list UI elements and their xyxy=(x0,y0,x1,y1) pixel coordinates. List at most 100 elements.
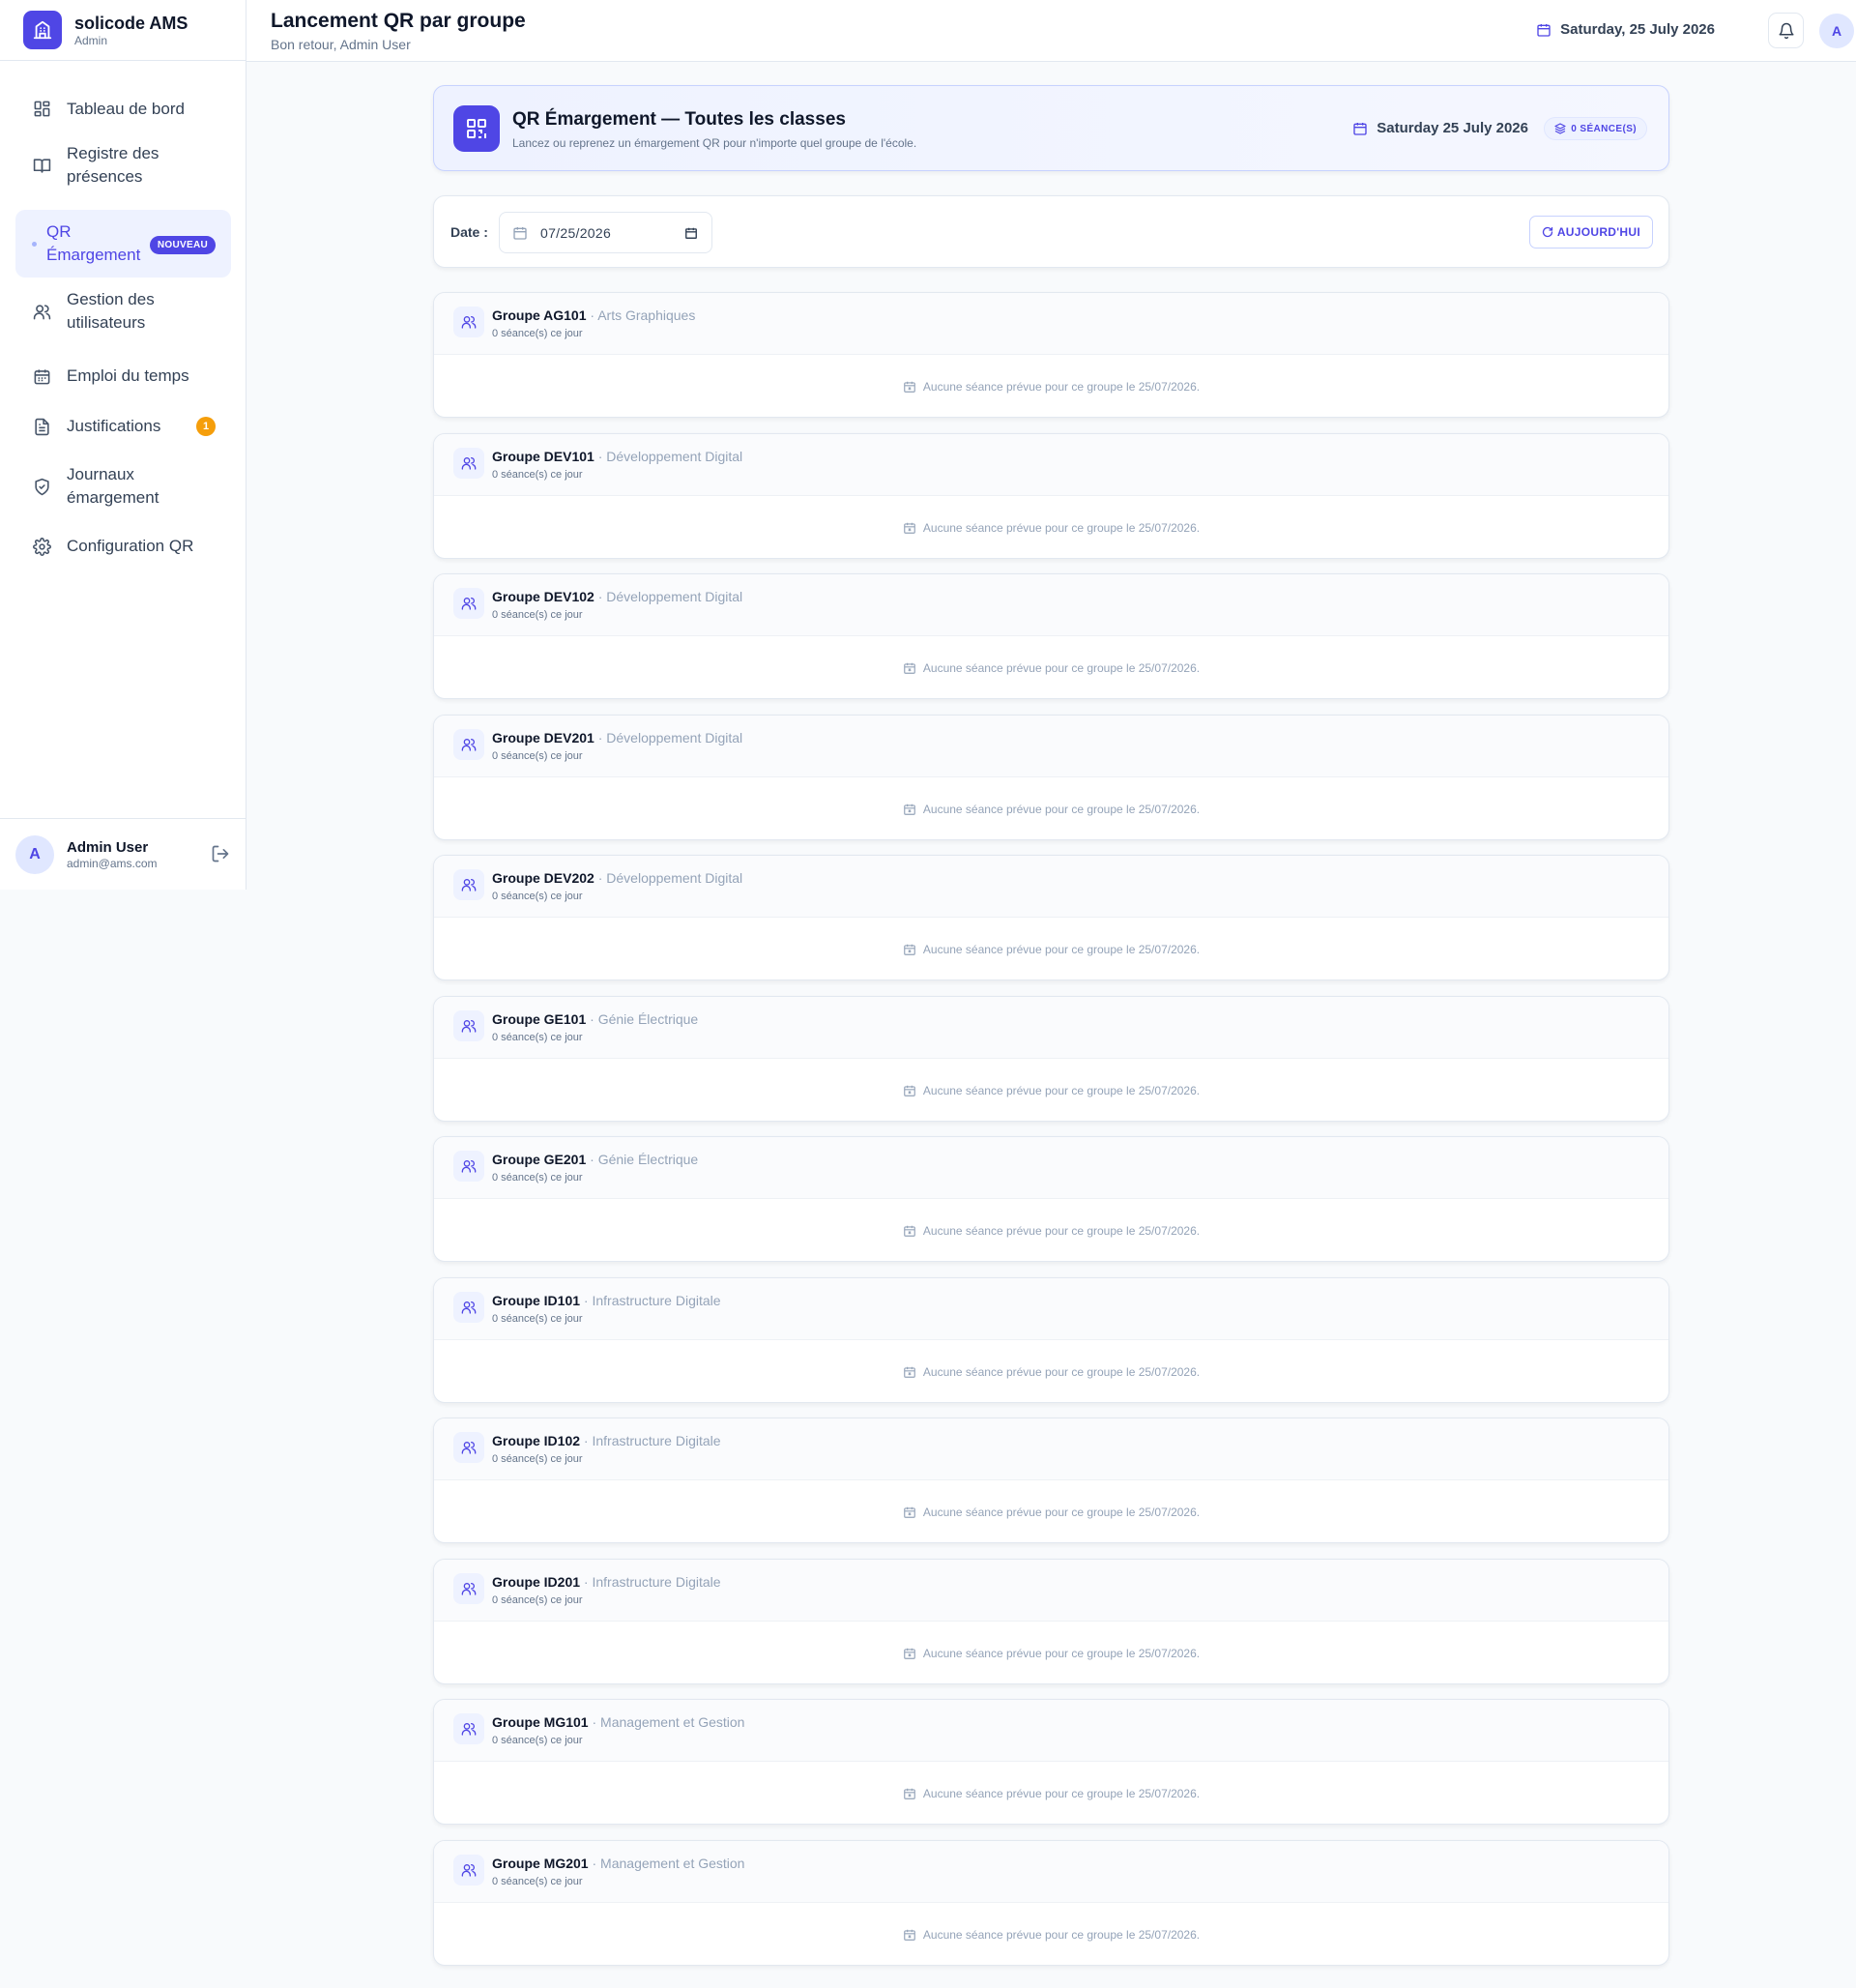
group-header[interactable]: Groupe GE101 · Génie Électrique 0 séance… xyxy=(434,997,1668,1059)
hero-title: QR Émargement — Toutes les classes xyxy=(512,109,846,130)
group-card: Groupe GE101 · Génie Électrique 0 séance… xyxy=(433,996,1669,1122)
group-field: Management et Gestion xyxy=(600,1714,745,1730)
today-button[interactable]: AUJOURD'HUI xyxy=(1528,216,1653,248)
group-field: Infrastructure Digitale xyxy=(592,1574,721,1590)
calendar-icon xyxy=(31,365,52,387)
users-icon xyxy=(453,1151,484,1182)
notifications-button[interactable] xyxy=(1768,13,1804,48)
dashboard-icon xyxy=(31,99,52,120)
users-icon xyxy=(453,307,484,337)
group-empty-state: Aucune séance prévue pour ce groupe le 2… xyxy=(434,1762,1668,1824)
users-icon xyxy=(453,1010,484,1041)
group-header[interactable]: Groupe DEV202 · Développement Digital 0 … xyxy=(434,856,1668,918)
hero-banner: QR Émargement — Toutes les classes Lance… xyxy=(433,85,1669,171)
group-separator: · xyxy=(588,1856,601,1871)
group-card: Groupe ID102 · Infrastructure Digitale 0… xyxy=(433,1418,1669,1543)
refresh-icon xyxy=(1542,226,1557,238)
group-empty-text: Aucune séance prévue pour ce groupe le 2… xyxy=(922,1365,1201,1379)
group-header[interactable]: Groupe MG101 · Management et Gestion 0 s… xyxy=(434,1700,1668,1762)
group-title: Groupe DEV102 · Développement Digital xyxy=(492,588,742,605)
sidebar-item-timetable[interactable]: Emploi du temps xyxy=(15,351,231,401)
group-title: Groupe DEV202 · Développement Digital xyxy=(492,869,742,887)
group-code: Groupe MG101 xyxy=(492,1714,589,1730)
group-empty-text: Aucune séance prévue pour ce groupe le 2… xyxy=(922,1928,1201,1942)
top-header: Lancement QR par groupe Bon retour, Admi… xyxy=(246,0,1856,62)
group-separator: · xyxy=(586,1011,598,1027)
group-separator: · xyxy=(586,307,598,323)
users-icon xyxy=(453,1432,484,1463)
date-input[interactable]: 07/25/2026 xyxy=(499,212,712,253)
group-separator: · xyxy=(580,1574,593,1590)
justifications-count-badge: 1 xyxy=(196,417,216,436)
group-header[interactable]: Groupe AG101 · Arts Graphiques 0 séance(… xyxy=(434,293,1668,355)
group-code: Groupe MG201 xyxy=(492,1856,589,1871)
group-card: Groupe ID201 · Infrastructure Digitale 0… xyxy=(433,1559,1669,1684)
sidebar-item-users[interactable]: Gestion des utilisateurs xyxy=(15,283,231,339)
logout-icon[interactable] xyxy=(211,844,230,863)
group-header[interactable]: Groupe GE201 · Génie Électrique 0 séance… xyxy=(434,1137,1668,1199)
sidebar-item-qr-emargement[interactable]: QR Émargement NOUVEAU xyxy=(15,210,231,278)
sidebar-item-label: Registre des présences xyxy=(67,144,160,186)
sidebar-item-justifications[interactable]: Justifications 1 xyxy=(15,401,231,452)
group-session-count: 0 séance(s) ce jour xyxy=(492,1594,583,1606)
calendar-x-icon xyxy=(903,1365,923,1379)
sidebar-item-label: Justifications xyxy=(67,417,161,435)
users-icon xyxy=(453,588,484,619)
group-empty-text: Aucune séance prévue pour ce groupe le 2… xyxy=(922,521,1201,535)
group-session-count: 0 séance(s) ce jour xyxy=(492,609,583,621)
sidebar-item-label: Emploi du temps xyxy=(67,366,189,385)
header-avatar[interactable]: A xyxy=(1819,14,1854,48)
group-title: Groupe DEV201 · Développement Digital xyxy=(492,729,742,746)
group-header[interactable]: Groupe ID201 · Infrastructure Digitale 0… xyxy=(434,1560,1668,1622)
group-empty-text: Aucune séance prévue pour ce groupe le 2… xyxy=(922,943,1201,956)
header-date: Saturday, 25 July 2026 xyxy=(1536,21,1715,38)
sidebar-item-label: Gestion des utilisateurs xyxy=(67,290,155,332)
group-header[interactable]: Groupe DEV102 · Développement Digital 0 … xyxy=(434,574,1668,636)
file-icon xyxy=(31,416,52,437)
group-header[interactable]: Groupe ID102 · Infrastructure Digitale 0… xyxy=(434,1418,1668,1480)
group-session-count: 0 séance(s) ce jour xyxy=(492,1735,583,1746)
group-header[interactable]: Groupe DEV101 · Développement Digital 0 … xyxy=(434,434,1668,496)
sidebar-item-qr-config[interactable]: Configuration QR xyxy=(15,521,231,571)
group-field: Développement Digital xyxy=(606,449,743,464)
group-empty-state: Aucune séance prévue pour ce groupe le 2… xyxy=(434,1622,1668,1683)
group-title: Groupe MG101 · Management et Gestion xyxy=(492,1713,744,1731)
sidebar-user: A Admin User admin@ams.com xyxy=(0,818,246,890)
hero-date-text: Saturday 25 July 2026 xyxy=(1377,120,1528,136)
page-title: Lancement QR par groupe xyxy=(271,10,526,32)
group-header[interactable]: Groupe DEV201 · Développement Digital 0 … xyxy=(434,716,1668,777)
group-session-count: 0 séance(s) ce jour xyxy=(492,328,583,339)
group-session-count: 0 séance(s) ce jour xyxy=(492,1172,583,1184)
avatar[interactable]: A xyxy=(15,834,54,874)
group-card: Groupe ID101 · Infrastructure Digitale 0… xyxy=(433,1277,1669,1403)
brand-name: solicode AMS xyxy=(74,13,188,33)
group-empty-state: Aucune séance prévue pour ce groupe le 2… xyxy=(434,636,1668,698)
group-header[interactable]: Groupe ID101 · Infrastructure Digitale 0… xyxy=(434,1278,1668,1340)
group-separator: · xyxy=(586,1152,598,1167)
calendar-x-icon xyxy=(903,1224,923,1238)
calendar-x-icon xyxy=(903,380,923,394)
group-field: Développement Digital xyxy=(606,870,743,886)
group-code: Groupe ID201 xyxy=(492,1574,581,1590)
layers-icon xyxy=(1554,123,1571,134)
group-empty-text: Aucune séance prévue pour ce groupe le 2… xyxy=(922,803,1201,816)
group-separator: · xyxy=(588,1714,601,1730)
group-session-count: 0 séance(s) ce jour xyxy=(492,1032,583,1043)
date-picker-icon[interactable] xyxy=(684,226,698,240)
hero-date: Saturday 25 July 2026 xyxy=(1352,120,1528,136)
group-header[interactable]: Groupe MG201 · Management et Gestion 0 s… xyxy=(434,1841,1668,1903)
page-subtitle: Bon retour, Admin User xyxy=(271,37,411,52)
group-separator: · xyxy=(594,589,607,604)
building-icon[interactable] xyxy=(23,11,62,49)
group-field: Génie Électrique xyxy=(597,1152,699,1167)
calendar-icon xyxy=(1536,22,1560,38)
group-separator: · xyxy=(580,1433,593,1448)
sidebar-item-label: QR Émargement xyxy=(46,222,141,264)
book-icon xyxy=(31,155,52,176)
sidebar-item-dashboard[interactable]: Tableau de bord xyxy=(15,80,231,137)
group-empty-text: Aucune séance prévue pour ce groupe le 2… xyxy=(922,661,1201,675)
calendar-icon xyxy=(512,225,528,241)
group-code: Groupe DEV201 xyxy=(492,730,594,746)
sidebar-item-attendance-register[interactable]: Registre des présences xyxy=(15,137,231,193)
sidebar-item-logs[interactable]: Journaux émargement xyxy=(15,452,231,521)
